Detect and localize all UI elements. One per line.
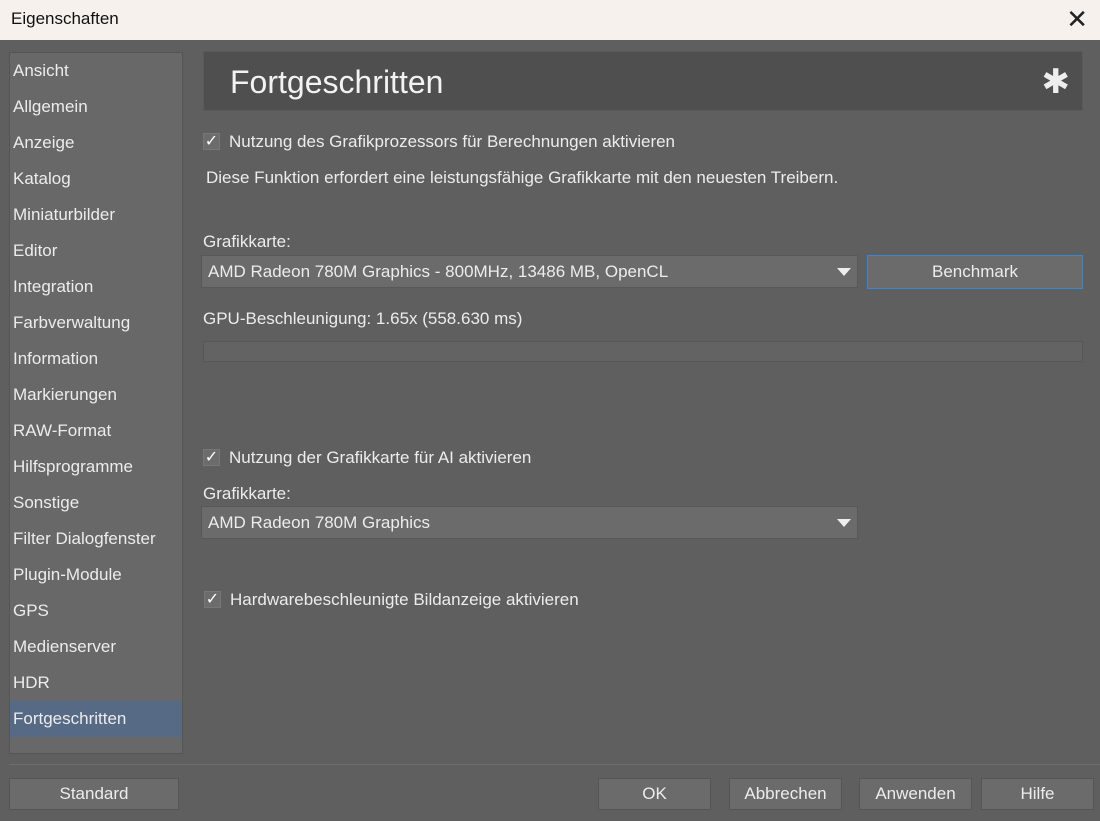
graphics-card-label: Grafikkarte:: [203, 232, 291, 251]
sidebar-item-integration[interactable]: Integration: [10, 269, 182, 305]
standard-button[interactable]: Standard: [9, 778, 179, 810]
chevron-down-icon: [837, 268, 851, 276]
sidebar-item-information[interactable]: Information: [10, 341, 182, 377]
gear-icon: ✱: [1041, 63, 1071, 101]
sidebar-item-allgemein[interactable]: Allgemein: [10, 89, 182, 125]
apply-button[interactable]: Anwenden: [859, 778, 972, 810]
benchmark-button[interactable]: Benchmark: [867, 255, 1083, 289]
sidebar-item-editor[interactable]: Editor: [10, 233, 182, 269]
sidebar-item-fortgeschritten[interactable]: Fortgeschritten: [10, 701, 182, 737]
hw-display-checkbox[interactable]: ✓: [204, 591, 221, 608]
page-title: Fortgeschritten: [230, 64, 444, 100]
ai-graphics-card-label: Grafikkarte:: [203, 484, 291, 503]
ai-graphics-card-value: AMD Radeon 780M Graphics: [208, 513, 431, 532]
sidebar-item-hdr[interactable]: HDR: [10, 665, 182, 701]
sidebar-item-hilfsprogramme[interactable]: Hilfsprogramme: [10, 449, 182, 485]
sidebar-item-medienserver[interactable]: Medienserver: [10, 629, 182, 665]
sidebar-item-filter-dialogfenster[interactable]: Filter Dialogfenster: [10, 521, 182, 557]
sidebar-item-anzeige[interactable]: Anzeige: [10, 125, 182, 161]
benchmark-progress-bar: [203, 341, 1083, 362]
graphics-card-value: AMD Radeon 780M Graphics - 800MHz, 13486…: [208, 262, 669, 281]
section-header: Fortgeschritten ✱: [203, 51, 1083, 111]
ai-graphics-card-select[interactable]: AMD Radeon 780M Graphics: [201, 506, 858, 539]
help-button[interactable]: Hilfe: [981, 778, 1094, 810]
sidebar-item-katalog[interactable]: Katalog: [10, 161, 182, 197]
chevron-down-icon: [837, 519, 851, 527]
gpu-compute-label: Nutzung des Grafikprozessors für Berechn…: [229, 132, 676, 151]
gpu-compute-checkbox[interactable]: ✓: [203, 133, 220, 150]
sidebar-item-sonstige[interactable]: Sonstige: [10, 485, 182, 521]
sidebar-item-farbverwaltung[interactable]: Farbverwaltung: [10, 305, 182, 341]
graphics-card-select[interactable]: AMD Radeon 780M Graphics - 800MHz, 13486…: [201, 255, 858, 288]
window-title: Eigenschaften: [11, 9, 119, 28]
gpu-ai-label: Nutzung der Grafikkarte für AI aktiviere…: [229, 448, 532, 467]
hw-display-label: Hardwarebeschleunigte Bildanzeige aktivi…: [230, 590, 579, 609]
gpu-note: Diese Funktion erfordert eine leistungsf…: [206, 168, 839, 187]
sidebar-item-ansicht[interactable]: Ansicht: [10, 53, 182, 89]
sidebar-item-gps[interactable]: GPS: [10, 593, 182, 629]
sidebar-item-raw-format[interactable]: RAW-Format: [10, 413, 182, 449]
ok-button[interactable]: OK: [598, 778, 711, 810]
sidebar-item-plugin-module[interactable]: Plugin-Module: [10, 557, 182, 593]
title-bar: Eigenschaften ✕: [0, 0, 1100, 40]
sidebar-item-miniaturbilder[interactable]: Miniaturbilder: [10, 197, 182, 233]
gpu-ai-checkbox[interactable]: ✓: [203, 449, 220, 466]
category-list[interactable]: Ansicht Allgemein Anzeige Katalog Miniaturbi…: [9, 52, 183, 754]
close-icon[interactable]: ✕: [1066, 4, 1088, 35]
footer-divider: [9, 764, 1100, 765]
sidebar-item-markierungen[interactable]: Markierungen: [10, 377, 182, 413]
cancel-button[interactable]: Abbrechen: [729, 778, 842, 810]
gpu-acceleration-result: GPU-Beschleunigung: 1.65x (558.630 ms): [203, 309, 523, 328]
